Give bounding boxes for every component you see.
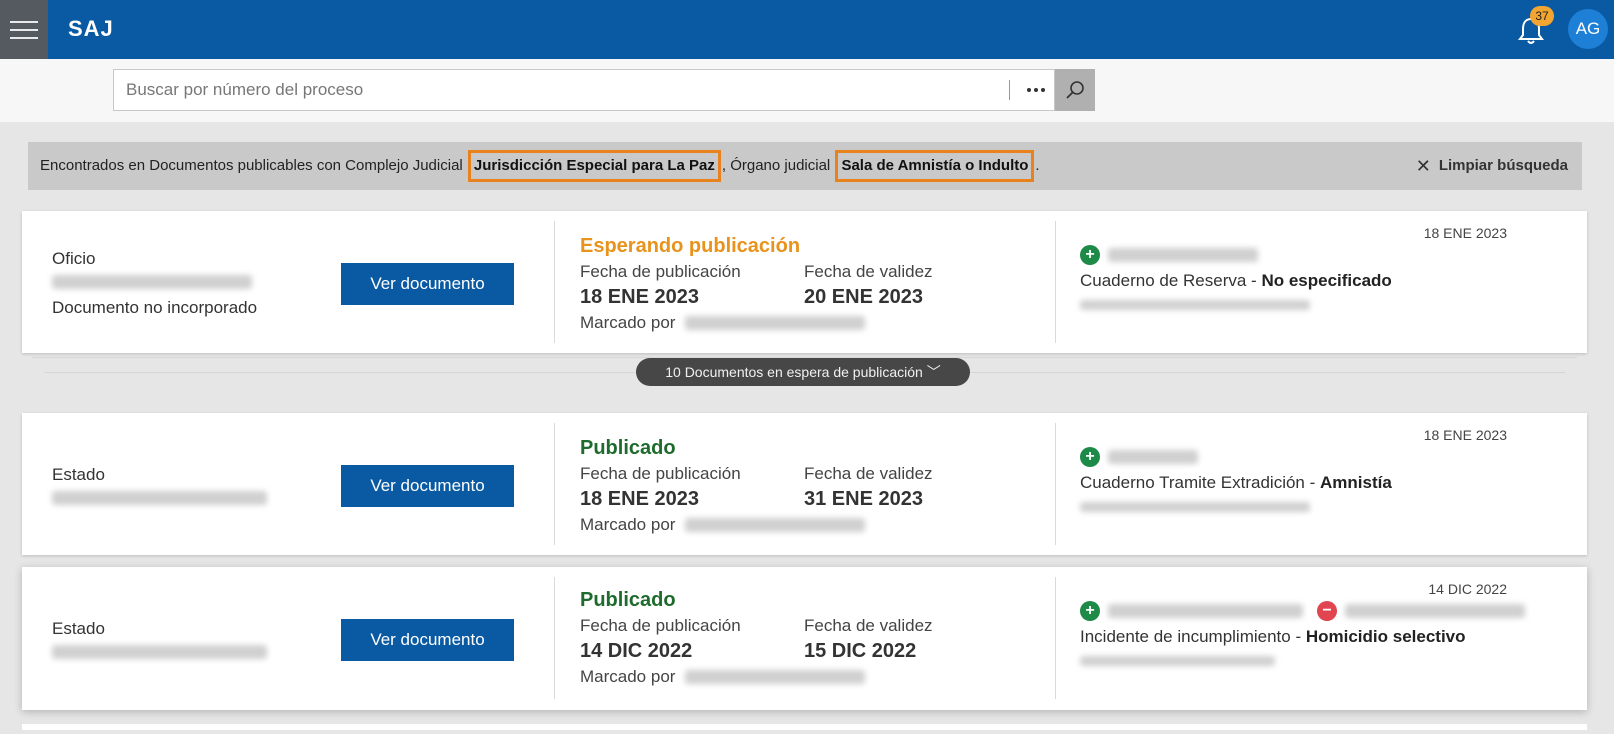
filter-complejo-highlight: Jurisdicción Especial para La Paz — [467, 150, 721, 182]
filter-organo-highlight: Sala de Amnistía o Indulto — [835, 150, 1035, 182]
redacted-text — [1080, 656, 1275, 666]
divider — [1055, 577, 1056, 699]
clear-search-button[interactable]: ✕ Limpiar búsqueda — [1416, 142, 1568, 190]
fecha-validez-value: 31 ENE 2023 — [804, 488, 923, 510]
fecha-publicacion-label: Fecha de publicación — [580, 616, 741, 635]
cuaderno-line: Cuaderno Tramite Extradición - Amnistía — [1080, 473, 1392, 492]
redacted-text — [1345, 604, 1525, 618]
cuaderno-delito: No especificado — [1261, 271, 1392, 290]
more-options-icon[interactable] — [1016, 70, 1056, 110]
user-avatar[interactable]: AG — [1568, 9, 1608, 49]
divider — [554, 577, 555, 699]
status-label: Publicado — [580, 437, 676, 459]
cuaderno-name: Incidente de incumplimiento — [1080, 627, 1291, 646]
plus-circle-icon: + — [1080, 601, 1100, 621]
ver-documento-button[interactable]: Ver documento — [341, 465, 514, 507]
minus-circle-icon: − — [1317, 601, 1337, 621]
search-icon — [1066, 81, 1084, 99]
card-date: 14 DIC 2022 — [1428, 581, 1507, 597]
fecha-publicacion-value: 18 ENE 2023 — [580, 286, 699, 308]
redacted-text — [52, 645, 267, 659]
fecha-validez-label: Fecha de validez — [804, 262, 933, 281]
cuaderno-info: + Cuaderno Tramite Extradición - Amnistí… — [1080, 447, 1392, 517]
marcado-por-label: Marcado por — [580, 515, 676, 534]
top-bar: SAJ 37 AG — [0, 0, 1614, 59]
redacted-text — [685, 670, 866, 684]
filter-organo-label: Órgano judicial — [730, 157, 831, 174]
status-label: Publicado — [580, 589, 676, 611]
redacted-text — [685, 518, 866, 532]
fecha-validez-value: 15 DIC 2022 — [804, 640, 917, 662]
close-icon: ✕ — [1415, 156, 1431, 176]
pending-documents-toggle[interactable]: 10 Documentos en espera de publicación ﹀ — [636, 358, 970, 386]
cuaderno-name: Cuaderno Tramite Extradición — [1080, 473, 1305, 492]
next-card-edge — [22, 724, 1587, 730]
ver-documento-button[interactable]: Ver documento — [341, 263, 514, 305]
divider — [554, 221, 555, 343]
document-card: Estado Ver documento Publicado Fecha de … — [22, 413, 1587, 555]
status-label: Esperando publicación — [580, 235, 801, 257]
fecha-publicacion-value: 14 DIC 2022 — [580, 640, 693, 662]
fecha-validez-label: Fecha de validez — [804, 616, 933, 635]
redacted-text — [1080, 502, 1310, 512]
cuaderno-info: + Cuaderno de Reserva - No especificado — [1080, 245, 1392, 315]
divider — [1055, 423, 1056, 545]
search-divider — [1009, 80, 1010, 100]
divider — [554, 423, 555, 545]
redacted-text — [1108, 248, 1258, 262]
redacted-text — [52, 491, 267, 505]
publication-info: Publicado Fecha de publicación 14 DIC 20… — [580, 589, 933, 687]
fecha-publicacion-value: 18 ENE 2023 — [580, 488, 699, 510]
fecha-validez-value: 20 ENE 2023 — [804, 286, 923, 308]
cuaderno-line: Incidente de incumplimiento - Homicidio … — [1080, 627, 1466, 646]
filter-prefix: Encontrados en Documentos publicables co… — [40, 157, 463, 174]
filter-summary-bar: Encontrados en Documentos publicables co… — [28, 142, 1582, 190]
fecha-validez-label: Fecha de validez — [804, 464, 933, 483]
fecha-publicacion-label: Fecha de publicación — [580, 262, 741, 281]
fecha-publicacion-label: Fecha de publicación — [580, 464, 741, 483]
document-type: Estado — [52, 619, 105, 638]
document-info: Estado — [52, 619, 267, 664]
search-box — [113, 69, 1055, 111]
cuaderno-delito: Amnistía — [1320, 473, 1392, 492]
cuaderno-line: Cuaderno de Reserva - No especificado — [1080, 271, 1392, 290]
clear-search-label: Limpiar búsqueda — [1438, 157, 1568, 174]
search-input[interactable] — [114, 70, 1009, 110]
document-card: Oficio Documento no incorporado Ver docu… — [22, 211, 1587, 353]
cuaderno-delito: Homicidio selectivo — [1305, 627, 1466, 646]
divider — [1055, 221, 1056, 343]
document-type: Oficio — [52, 249, 96, 268]
marcado-por-label: Marcado por — [580, 667, 676, 686]
document-info: Estado — [52, 465, 267, 510]
document-card: Estado Ver documento Publicado Fecha de … — [22, 567, 1587, 710]
cuaderno-name: Cuaderno de Reserva — [1080, 271, 1247, 290]
plus-circle-icon: + — [1080, 447, 1100, 467]
ver-documento-button[interactable]: Ver documento — [341, 619, 514, 661]
pending-label: 10 Documentos en espera de publicación — [665, 364, 923, 380]
document-type: Estado — [52, 465, 105, 484]
redacted-text — [685, 316, 866, 330]
notification-count-badge: 37 — [1530, 6, 1554, 26]
card-date: 18 ENE 2023 — [1423, 427, 1507, 443]
filter-complejo: Jurisdicción Especial para La Paz — [473, 157, 715, 174]
app-brand[interactable]: SAJ — [68, 16, 114, 42]
redacted-text — [1108, 450, 1198, 464]
chevron-down-icon: ﹀ — [926, 364, 941, 380]
hamburger-menu-icon[interactable] — [0, 0, 48, 59]
filter-organo: Sala de Amnistía o Indulto — [841, 157, 1029, 174]
plus-circle-icon: + — [1080, 245, 1100, 265]
redacted-text — [1108, 604, 1303, 618]
search-area — [0, 59, 1614, 122]
document-info: Oficio Documento no incorporado — [52, 249, 257, 318]
publication-info: Esperando publicación Fecha de publicaci… — [580, 235, 933, 333]
search-button[interactable] — [1055, 69, 1095, 111]
document-note: Documento no incorporado — [52, 298, 258, 317]
marcado-por-label: Marcado por — [580, 313, 676, 332]
redacted-text — [1080, 300, 1310, 310]
filter-summary: Encontrados en Documentos publicables co… — [40, 142, 1040, 190]
redacted-text — [52, 275, 252, 289]
cuaderno-info: + − Incidente de incumplimiento - Homici… — [1080, 601, 1525, 671]
card-date: 18 ENE 2023 — [1423, 225, 1507, 241]
publication-info: Publicado Fecha de publicación 18 ENE 20… — [580, 437, 933, 535]
